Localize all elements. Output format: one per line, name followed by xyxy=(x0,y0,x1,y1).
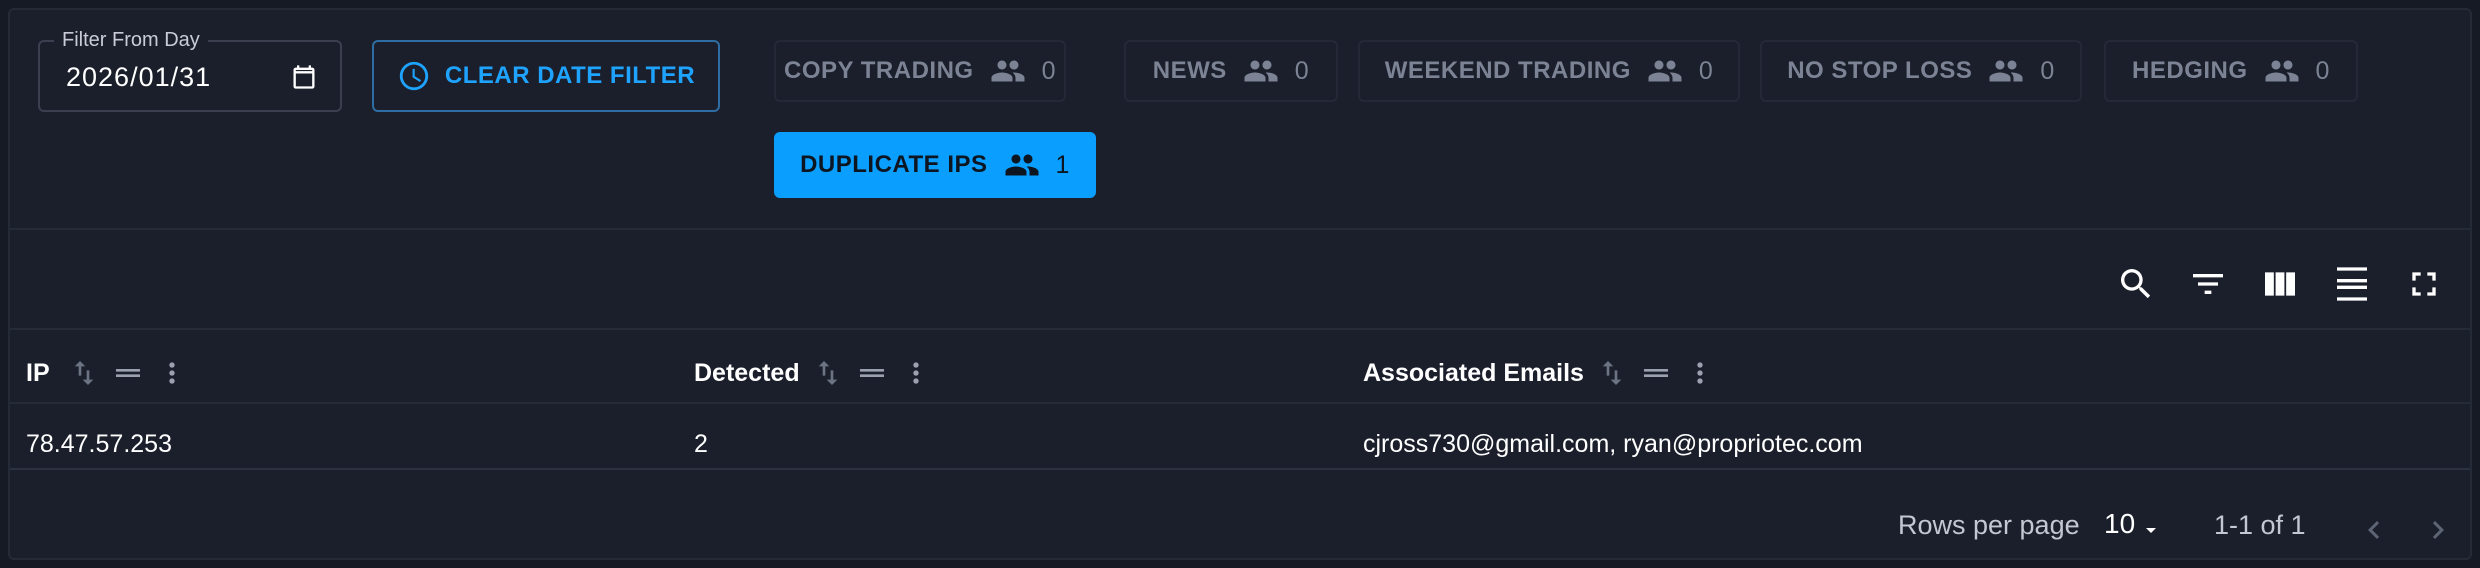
column-header-label: IP xyxy=(26,358,50,387)
sort-icon[interactable] xyxy=(812,357,844,389)
chip-label: HEDGING xyxy=(2132,57,2248,84)
chip-label: WEEKEND TRADING xyxy=(1384,57,1631,84)
column-header-label: Associated Emails xyxy=(1363,358,1584,387)
fullscreen-icon[interactable] xyxy=(2404,264,2444,304)
group-icon xyxy=(1244,60,1278,82)
rows-per-page-select[interactable]: 10 xyxy=(2104,508,2135,540)
filter-icon[interactable] xyxy=(2188,264,2228,304)
date-field-value[interactable]: 2026/01/31 xyxy=(66,62,211,93)
group-icon xyxy=(1989,60,2023,82)
pagination-range: 1-1 of 1 xyxy=(2214,510,2306,540)
cell-detected: 2 xyxy=(694,430,708,458)
chevron-right-icon[interactable] xyxy=(2420,512,2456,548)
sort-icon[interactable] xyxy=(1596,357,1628,389)
column-header-ip[interactable]: IP xyxy=(26,348,188,398)
group-icon xyxy=(1005,154,1038,176)
column-menu-icon[interactable] xyxy=(156,357,188,389)
table-header-top-divider xyxy=(10,328,2470,330)
drag-handle-icon[interactable] xyxy=(112,357,144,389)
filter-from-day-field[interactable]: Filter From Day 2026/01/31 xyxy=(38,28,342,112)
clear-date-filter-button[interactable]: CLEAR DATE FILTER xyxy=(372,40,720,112)
table-bottom-divider xyxy=(10,468,2470,470)
column-header-detected[interactable]: Detected xyxy=(694,348,932,398)
toolbar-divider xyxy=(10,228,2470,230)
group-icon xyxy=(1648,60,1682,82)
clock-icon xyxy=(399,61,429,91)
cell-associated-emails: cjross730@gmail.com, ryan@propriotec.com xyxy=(1363,430,1863,458)
rows-per-page-label: Rows per page xyxy=(1898,510,2080,540)
density-icon[interactable] xyxy=(2332,264,2372,304)
chip-copy-trading[interactable]: COPY TRADING 0 xyxy=(774,40,1066,102)
column-header-label: Detected xyxy=(694,358,800,387)
chip-weekend-trading[interactable]: WEEKEND TRADING 0 xyxy=(1358,40,1740,102)
columns-icon[interactable] xyxy=(2260,264,2300,304)
chip-hedging[interactable]: HEDGING 0 xyxy=(2104,40,2358,102)
chip-label: DUPLICATE IPS xyxy=(800,151,988,178)
column-menu-icon[interactable] xyxy=(1684,357,1716,389)
drag-handle-icon[interactable] xyxy=(856,357,888,389)
chip-duplicate-ips[interactable]: DUPLICATE IPS 1 xyxy=(774,132,1096,198)
column-header-associated-emails[interactable]: Associated Emails xyxy=(1363,348,1716,398)
chevron-down-icon[interactable] xyxy=(2136,518,2166,542)
calendar-icon[interactable] xyxy=(290,63,318,91)
chip-count: 0 xyxy=(1294,56,1310,85)
drag-handle-icon[interactable] xyxy=(1640,357,1672,389)
chip-count: 1 xyxy=(1055,150,1070,179)
table-header-bottom-divider xyxy=(10,402,2470,404)
clear-date-filter-label: CLEAR DATE FILTER xyxy=(444,62,696,89)
chip-news[interactable]: NEWS 0 xyxy=(1124,40,1338,102)
sort-icon[interactable] xyxy=(68,357,100,389)
chevron-left-icon[interactable] xyxy=(2356,512,2392,548)
chip-count: 0 xyxy=(1698,56,1714,85)
group-icon xyxy=(991,60,1025,82)
chip-label: COPY TRADING xyxy=(784,57,974,84)
chip-count: 0 xyxy=(2040,56,2055,85)
group-icon xyxy=(2265,60,2299,82)
cell-ip: 78.47.57.253 xyxy=(26,430,172,458)
duplicate-ips-panel: Filter From Day 2026/01/31 CLEAR DATE FI… xyxy=(8,8,2472,560)
search-icon[interactable] xyxy=(2116,264,2156,304)
chip-label: NO STOP LOSS xyxy=(1787,57,1973,84)
chip-count: 0 xyxy=(2315,56,2330,85)
column-menu-icon[interactable] xyxy=(900,357,932,389)
chip-count: 0 xyxy=(1041,56,1056,85)
date-field-label: Filter From Day xyxy=(54,28,208,52)
chip-no-stop-loss[interactable]: NO STOP LOSS 0 xyxy=(1760,40,2082,102)
chip-label: NEWS xyxy=(1152,57,1227,84)
